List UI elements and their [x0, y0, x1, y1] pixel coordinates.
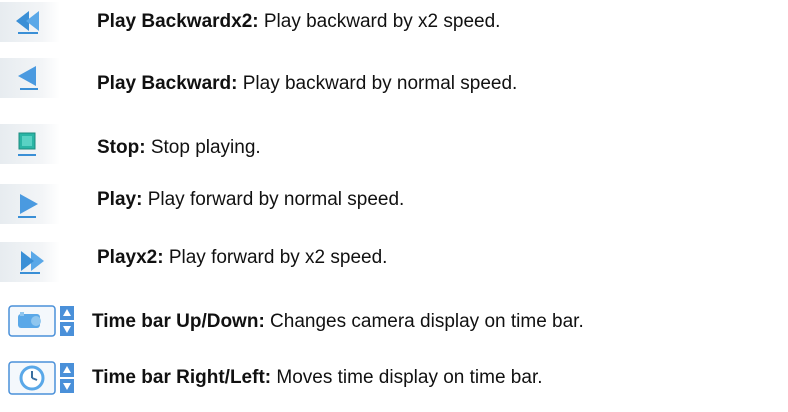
clock-rightleft-icon[interactable] — [8, 360, 80, 396]
description-text: Time bar Up/Down: Changes camera display… — [92, 310, 584, 334]
item-text: Changes camera display on time bar. — [264, 311, 584, 332]
item-title: Play Backwardx2: — [97, 11, 259, 32]
list-item-play-x2: Playx2: Play forward by x2 speed. — [0, 242, 788, 282]
stop-icon[interactable] — [16, 130, 42, 160]
item-text: Stop playing. — [145, 137, 261, 158]
description-text: Play Backwardx2: Play backward by x2 spe… — [97, 10, 500, 34]
description-text: Play: Play forward by normal speed. — [97, 188, 404, 212]
item-text: Play backward by normal speed. — [237, 73, 518, 94]
camera-updown-icon[interactable] — [8, 304, 80, 338]
item-title: Stop: — [97, 137, 146, 158]
play-backward-icon[interactable] — [14, 62, 44, 94]
item-text: Play backward by x2 speed. — [258, 11, 501, 32]
description-text: Playx2: Play forward by x2 speed. — [97, 246, 387, 270]
description-text: Time bar Right/Left: Moves time display … — [92, 366, 543, 390]
list-item-time-bar-rightleft: Time bar Right/Left: Moves time display … — [0, 358, 788, 398]
list-item-play-backward: Play Backward: Play backward by normal s… — [0, 58, 788, 98]
description-text: Play Backward: Play backward by normal s… — [97, 72, 517, 96]
item-title: Play: — [97, 189, 143, 210]
item-title: Playx2: — [97, 247, 164, 268]
item-title: Time bar Right/Left: — [92, 367, 272, 388]
description-text: Stop: Stop playing. — [97, 136, 261, 160]
item-title: Play Backward: — [97, 73, 238, 94]
play-backward-x2-icon[interactable] — [12, 8, 48, 38]
list-item-play-backward-x2: Play Backwardx2: Play backward by x2 spe… — [0, 2, 788, 42]
item-title: Time bar Up/Down: — [92, 311, 265, 332]
list-item-time-bar-updown: Time bar Up/Down: Changes camera display… — [0, 300, 788, 340]
list-item-stop: Stop: Stop playing. — [0, 124, 788, 164]
play-icon[interactable] — [14, 190, 44, 222]
item-text: Play forward by normal speed. — [142, 189, 405, 210]
list-item-play: Play: Play forward by normal speed. — [0, 184, 788, 224]
item-text: Moves time display on time bar. — [271, 367, 543, 388]
item-text: Play forward by x2 speed. — [163, 247, 388, 268]
play-x2-icon[interactable] — [12, 248, 48, 278]
